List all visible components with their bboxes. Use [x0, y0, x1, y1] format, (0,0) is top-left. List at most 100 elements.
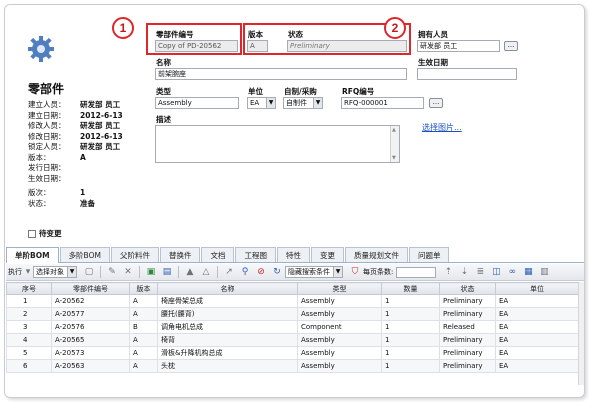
column-header[interactable]: 状态 — [439, 282, 496, 295]
link-icon[interactable]: ∞ — [506, 266, 518, 278]
effective-date-field[interactable] — [417, 68, 517, 80]
table-cell: Released — [439, 320, 496, 334]
hidden-search-dropdown[interactable]: 隐藏搜索条件 ▼ — [285, 266, 343, 278]
meta-value: 研发部 员工 — [80, 121, 121, 130]
meta-key: 建立日期： — [28, 110, 66, 120]
scroll-down-icon[interactable]: ▼ — [392, 155, 396, 161]
table-cell: EA — [495, 333, 579, 347]
table-cell: B — [129, 320, 158, 334]
select-object-dropdown[interactable]: 选择对象 ▼ — [33, 266, 77, 278]
table-cell: 1 — [6, 294, 52, 308]
scroll-up-icon[interactable]: ▲ — [392, 127, 396, 133]
meta-generation: 版次： 1 — [28, 188, 153, 199]
table-row[interactable]: 5 A-20573 A 滑板&升降机构总成 Assembly 1 Prelimi… — [6, 346, 579, 360]
tools-icon[interactable]: ↗ — [223, 266, 235, 278]
column-header[interactable]: 版本 — [129, 282, 158, 295]
meta-key: 版本： — [28, 152, 51, 162]
table-row[interactable]: 4 A-20565 A 椅背 Assembly 1 Preliminary EA — [6, 333, 579, 347]
clear-search-icon[interactable]: ⊘ — [255, 266, 267, 278]
new-document-icon[interactable]: ▢ — [83, 266, 95, 278]
meta-modified-date: 修改日期： 2012-6-13 — [28, 132, 153, 143]
meta-state: 状态： 准备 — [28, 199, 153, 210]
table-cell: Assembly — [297, 346, 382, 360]
unit-select[interactable]: EA ▼ — [247, 97, 276, 109]
sort-desc-icon[interactable]: ⇣ — [458, 266, 470, 278]
preview-icon[interactable]: ◫ — [490, 266, 502, 278]
lock-icon[interactable]: ▲ — [184, 266, 196, 278]
table-row[interactable]: 6 A-20563 A 头枕 Assembly 1 Preliminary EA — [6, 359, 579, 373]
edit-icon[interactable]: ✎ — [106, 266, 118, 278]
tab-single-level-bom[interactable]: 单阶BOM — [6, 247, 59, 263]
table-header-row: 序号 零部件编号 版本 名称 类型 数量 状态 单位 — [6, 282, 579, 295]
tab-changes[interactable]: 变更 — [310, 247, 344, 262]
table-cell: A — [129, 294, 158, 308]
execute-menu[interactable]: 执行 — [8, 267, 22, 277]
table-cell: A — [129, 333, 158, 347]
table-scrollbar[interactable] — [578, 282, 584, 385]
tab-multi-level-bom[interactable]: 多阶BOM — [59, 247, 110, 262]
name-field[interactable]: 前架腕座 — [155, 68, 407, 80]
per-page-input[interactable] — [396, 266, 437, 278]
execute-dropdown-icon[interactable]: ▾ — [25, 266, 31, 278]
pending-change-label: 待变更 — [39, 229, 62, 238]
tab-parent-parts[interactable]: 父阶料件 — [110, 247, 159, 262]
select-image-link[interactable]: 选择图片... — [422, 122, 462, 133]
delete-icon[interactable]: ✕ — [122, 266, 134, 278]
pending-change-checkbox[interactable]: 待变更 — [28, 228, 62, 239]
meta-value: 准备 — [80, 198, 95, 208]
chevron-down-icon[interactable]: ▼ — [67, 267, 76, 277]
table-row[interactable]: 1 A-20562 A 椅座骨架总成 Assembly 1 Preliminar… — [6, 294, 579, 308]
tab-problem-reports[interactable]: 问题单 — [408, 247, 450, 262]
meta-key: 发行日期： — [28, 163, 66, 172]
checkbox-box[interactable] — [28, 229, 36, 238]
column-header[interactable]: 类型 — [297, 282, 382, 295]
chevron-down-icon[interactable]: ▼ — [266, 98, 275, 108]
table-cell: Assembly — [297, 307, 382, 321]
bom-table: 序号 零部件编号 版本 名称 类型 数量 状态 单位 1 A-20562 A 椅… — [6, 282, 579, 373]
meta-release-date: 发行日期： — [28, 163, 153, 174]
more-icon[interactable]: ▥ — [538, 266, 550, 278]
filter-icon[interactable]: ⛉ — [349, 266, 361, 278]
table-cell: 6 — [6, 359, 52, 373]
column-header[interactable]: 序号 — [6, 282, 52, 295]
tab-documents[interactable]: 文档 — [201, 247, 235, 262]
grid-icon[interactable]: ▦ — [522, 266, 534, 278]
owner-picker-button[interactable]: ... — [504, 41, 518, 51]
table-cell: 4 — [6, 333, 52, 347]
make-buy-select[interactable]: 自制件 ▼ — [283, 97, 323, 109]
export-excel-icon[interactable]: ▣ — [145, 266, 157, 278]
tab-drawings[interactable]: 工程图 — [235, 247, 276, 262]
unlock-icon[interactable]: △ — [200, 266, 212, 278]
column-header[interactable]: 零部件编号 — [51, 282, 130, 295]
page-title: 零部件 — [28, 82, 65, 96]
import-icon[interactable]: ▤ — [161, 266, 173, 278]
description-scrollbar[interactable]: ▲ ▼ — [390, 126, 399, 162]
meta-value: A — [80, 152, 86, 162]
description-textarea[interactable]: ▲ ▼ — [155, 125, 400, 163]
chevron-down-icon[interactable]: ▼ — [313, 98, 322, 108]
list-icon[interactable]: ≣ — [474, 266, 486, 278]
refresh-icon[interactable]: ↻ — [271, 266, 283, 278]
table-cell: EA — [495, 320, 579, 334]
meta-value: 研发部 员工 — [80, 142, 121, 151]
unit-value: EA — [250, 99, 260, 107]
hidden-search-value: 隐藏搜索条件 — [288, 268, 330, 276]
make-buy-label: 自制/采购 — [284, 87, 317, 96]
search-icon[interactable]: ⚲ — [239, 266, 251, 278]
rfq-picker-button[interactable]: ... — [429, 98, 443, 108]
chevron-down-icon[interactable]: ▼ — [333, 267, 342, 277]
rfq-field[interactable]: RFQ-000001 — [341, 97, 424, 109]
type-field[interactable]: Assembly — [155, 97, 239, 109]
tab-quality-planning[interactable]: 质量规划文件 — [344, 247, 408, 262]
column-header[interactable]: 单位 — [495, 282, 579, 295]
column-header[interactable]: 名称 — [157, 282, 298, 295]
tab-properties[interactable]: 特性 — [276, 247, 310, 262]
per-page-label: 每页条数: — [363, 268, 394, 276]
table-row[interactable]: 3 A-20576 B 调角电机总成 Component 1 Released … — [6, 320, 579, 334]
column-header[interactable]: 数量 — [381, 282, 440, 295]
sort-asc-icon[interactable]: ⇡ — [442, 266, 454, 278]
tab-substitutes[interactable]: 替换件 — [159, 247, 201, 262]
owner-field[interactable]: 研发部 员工 — [417, 40, 500, 52]
table-row[interactable]: 2 A-20577 A 腰托(腰背) Assembly 1 Preliminar… — [6, 307, 579, 321]
table-cell: A-20565 — [51, 333, 130, 347]
